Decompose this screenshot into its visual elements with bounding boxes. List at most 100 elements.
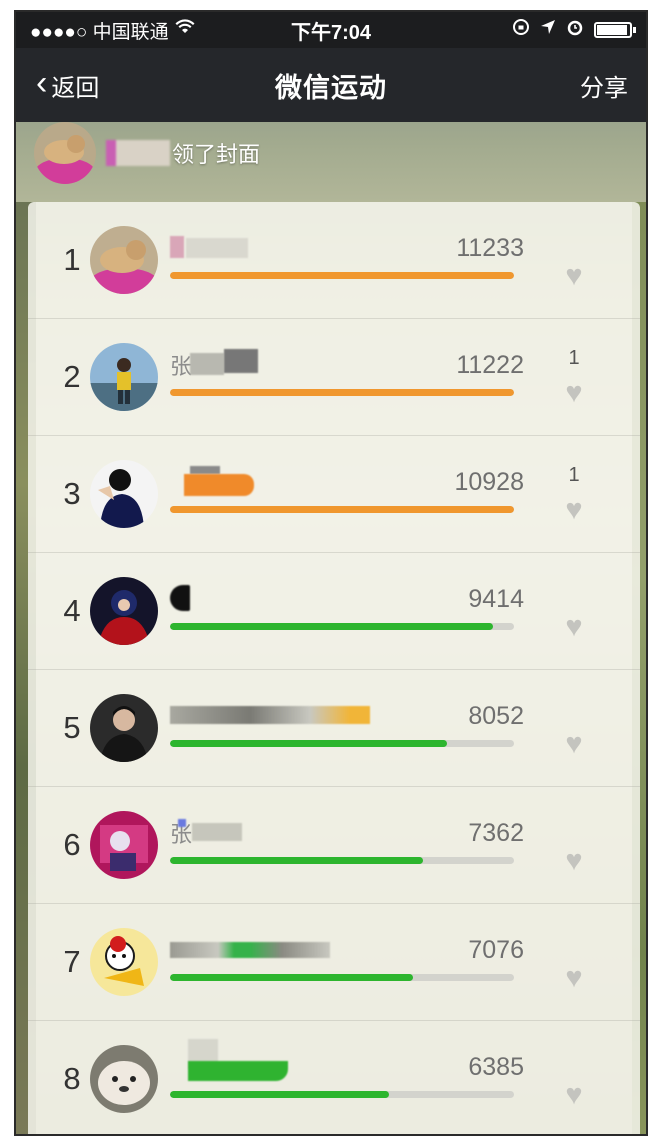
ranking-row[interactable]: 1 11233 ♥ — [28, 202, 640, 319]
avatar[interactable] — [90, 343, 158, 411]
navigation-bar: ‹ 返回 微信运动 分享 — [16, 48, 646, 122]
name-area — [170, 466, 360, 496]
progress-track — [170, 974, 514, 981]
heart-icon[interactable]: ♥ — [556, 847, 592, 876]
heart-icon[interactable]: ♥ — [556, 730, 592, 759]
back-button[interactable]: ‹ 返回 — [36, 64, 100, 103]
alarm-icon — [566, 18, 584, 42]
progress-track — [170, 623, 514, 630]
name-area — [170, 232, 360, 262]
progress-fill — [170, 272, 514, 279]
like-count: 1 — [568, 347, 580, 369]
ranking-row[interactable]: 8 6385 ♥ — [28, 1021, 640, 1134]
battery-icon — [594, 22, 636, 38]
progress-fill — [170, 1091, 390, 1098]
progress-track — [170, 1091, 514, 1098]
name-text: 张 — [170, 354, 193, 379]
progress-fill — [170, 623, 494, 630]
status-left: ●●●●○ 中国联通 — [30, 17, 195, 44]
rank-number: 8 — [63, 1061, 81, 1096]
blurred-name — [106, 140, 170, 166]
phone-screen: ●●●●○ 中国联通 下午7:04 ‹ 返回 微信运动 分享 领了封面 1 11… — [14, 10, 648, 1136]
heart-icon[interactable]: ♥ — [556, 613, 592, 642]
step-count: 7362 — [468, 819, 524, 847]
progress-track — [170, 857, 514, 864]
progress-track — [170, 506, 514, 513]
name-area — [170, 700, 370, 730]
carrier-label: ●●●●○ 中国联通 — [30, 21, 169, 43]
rank-number: 2 — [63, 359, 81, 394]
progress-track — [170, 740, 514, 747]
page-title: 微信运动 — [275, 72, 387, 103]
ranking-row[interactable]: 7 7076 ♥ — [28, 904, 640, 1021]
cover-banner-text: 领了封面 — [172, 142, 261, 167]
blurred-name — [178, 819, 186, 827]
progress-track — [170, 272, 514, 279]
blurred-name — [184, 474, 254, 496]
ranking-row[interactable]: 4 9414 ♥ — [28, 553, 640, 670]
share-button[interactable]: 分享 — [580, 68, 628, 103]
step-count: 11233 — [456, 234, 524, 262]
heart-icon[interactable]: ♥ — [556, 964, 592, 993]
back-label: 返回 — [51, 74, 100, 102]
rank-number: 3 — [63, 476, 81, 511]
progress-fill — [170, 857, 424, 864]
progress-track — [170, 389, 514, 396]
progress-fill — [170, 389, 514, 396]
heart-icon[interactable]: ♥ — [556, 262, 592, 291]
ranking-row[interactable]: 5 8052 ♥ — [28, 670, 640, 787]
chevron-left-icon: ‹ — [36, 64, 48, 102]
step-count: 9414 — [468, 585, 524, 613]
like-count: 1 — [568, 464, 580, 486]
cover-banner[interactable]: 领了封面 — [34, 120, 260, 186]
avatar[interactable] — [90, 928, 158, 996]
rank-number: 1 — [63, 242, 81, 277]
step-count: 10928 — [454, 468, 524, 496]
step-count: 6385 — [468, 1053, 524, 1081]
blurred-name — [170, 585, 190, 611]
step-count: 7076 — [468, 936, 524, 964]
name-area — [170, 583, 360, 613]
blurred-name — [192, 823, 242, 841]
status-bar: ●●●●○ 中国联通 下午7:04 — [16, 12, 646, 48]
blurred-name — [224, 349, 258, 373]
ranking-list: 1 11233 ♥ 2 张 11222 1 ♥ 3 10928 1 ♥ 4 94… — [28, 202, 640, 1134]
avatar[interactable] — [34, 122, 96, 184]
progress-fill — [170, 974, 414, 981]
rank-number: 6 — [63, 827, 81, 862]
rotation-lock-icon — [512, 18, 530, 42]
blurred-name — [190, 353, 224, 375]
rank-number: 5 — [63, 710, 81, 745]
blurred-name — [188, 1061, 288, 1081]
avatar[interactable] — [90, 460, 158, 528]
rank-number: 4 — [63, 593, 81, 628]
rank-number: 7 — [63, 944, 81, 979]
ranking-row[interactable]: 3 10928 1 ♥ — [28, 436, 640, 553]
name-area: 张 — [170, 817, 360, 847]
avatar[interactable] — [90, 226, 158, 294]
status-right — [512, 18, 636, 42]
blurred-name — [170, 942, 330, 958]
heart-icon[interactable]: ♥ — [556, 496, 592, 525]
step-count: 11222 — [456, 351, 524, 379]
wifi-icon — [175, 19, 195, 41]
name-area — [170, 934, 360, 964]
name-area — [170, 1039, 360, 1081]
blurred-name — [170, 706, 370, 724]
progress-fill — [170, 740, 447, 747]
progress-fill — [170, 506, 514, 513]
blurred-name — [190, 466, 220, 474]
ranking-row[interactable]: 6 张 7362 ♥ — [28, 787, 640, 904]
avatar[interactable] — [90, 811, 158, 879]
ranking-row[interactable]: 2 张 11222 1 ♥ — [28, 319, 640, 436]
heart-icon[interactable]: ♥ — [556, 1081, 592, 1110]
step-count: 8052 — [468, 702, 524, 730]
avatar[interactable] — [90, 577, 158, 645]
location-arrow-icon — [540, 19, 556, 41]
heart-icon[interactable]: ♥ — [556, 379, 592, 408]
blurred-name — [170, 236, 184, 258]
avatar[interactable] — [90, 694, 158, 762]
blurred-name — [186, 238, 248, 258]
name-area: 张 — [170, 349, 360, 379]
avatar[interactable] — [90, 1045, 158, 1113]
